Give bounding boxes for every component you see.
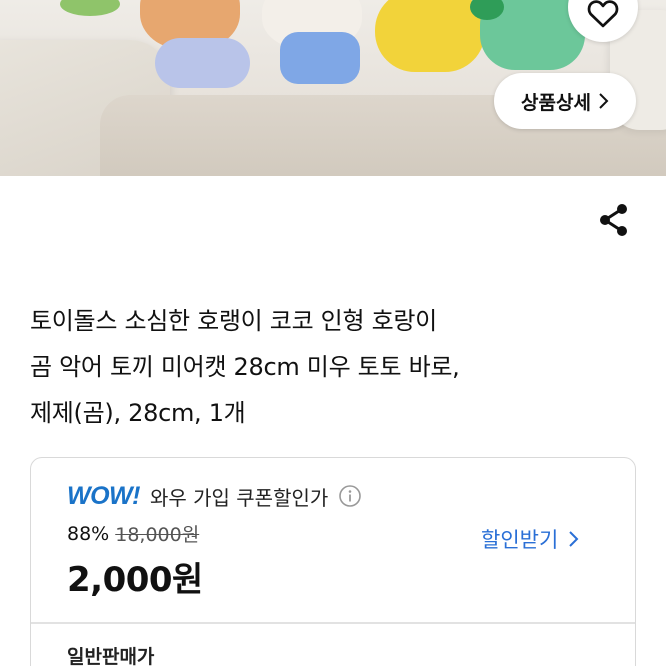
- get-coupon-label: 할인받기: [481, 528, 559, 552]
- discount-rate: 88%: [67, 522, 110, 545]
- info-circle-icon[interactable]: [338, 484, 362, 508]
- get-coupon-link[interactable]: 할인받기: [481, 524, 579, 554]
- product-detail-button[interactable]: 상품상세: [494, 73, 636, 129]
- rabbit-plush-body: [280, 32, 360, 84]
- price-card: WOW! 와우 가입 쿠폰할인가 88% 18,000원 2,000원 할인받기…: [30, 457, 636, 666]
- wow-logo: WOW!: [67, 481, 140, 510]
- share-icon: [600, 204, 627, 236]
- wow-coupon-label: 와우 가입 쿠폰할인가: [149, 485, 329, 510]
- normal-price-label: 일반판매가: [67, 646, 155, 666]
- divider: [31, 622, 635, 624]
- product-title-line: 제제(곰), 28cm, 1개: [30, 399, 246, 427]
- product-title-line: 토이돌스 소심한 호랭이 코코 인형 호랑이: [30, 307, 437, 335]
- original-price: 18,000원: [115, 524, 200, 546]
- chevron-right-icon: [569, 531, 579, 547]
- product-detail-label: 상품상세: [521, 91, 591, 114]
- product-image[interactable]: 상품상세: [0, 0, 666, 176]
- yellow-plush: [375, 0, 485, 72]
- product-title: 토이돌스 소심한 호랭이 코코 인형 호랑이 곰 악어 토끼 미어캣 28cm …: [30, 298, 630, 436]
- share-button[interactable]: [596, 202, 632, 238]
- bear-plush-body: [155, 38, 250, 88]
- chevron-right-icon: [599, 93, 609, 109]
- wow-coupon-row: WOW! 와우 가입 쿠폰할인가: [67, 478, 362, 514]
- product-title-line: 곰 악어 토끼 미어캣 28cm 미우 토토 바로,: [30, 353, 460, 381]
- discount-row: 88% 18,000원: [67, 520, 199, 547]
- heart-outline-icon: [587, 0, 619, 28]
- final-price: 2,000원: [67, 560, 203, 600]
